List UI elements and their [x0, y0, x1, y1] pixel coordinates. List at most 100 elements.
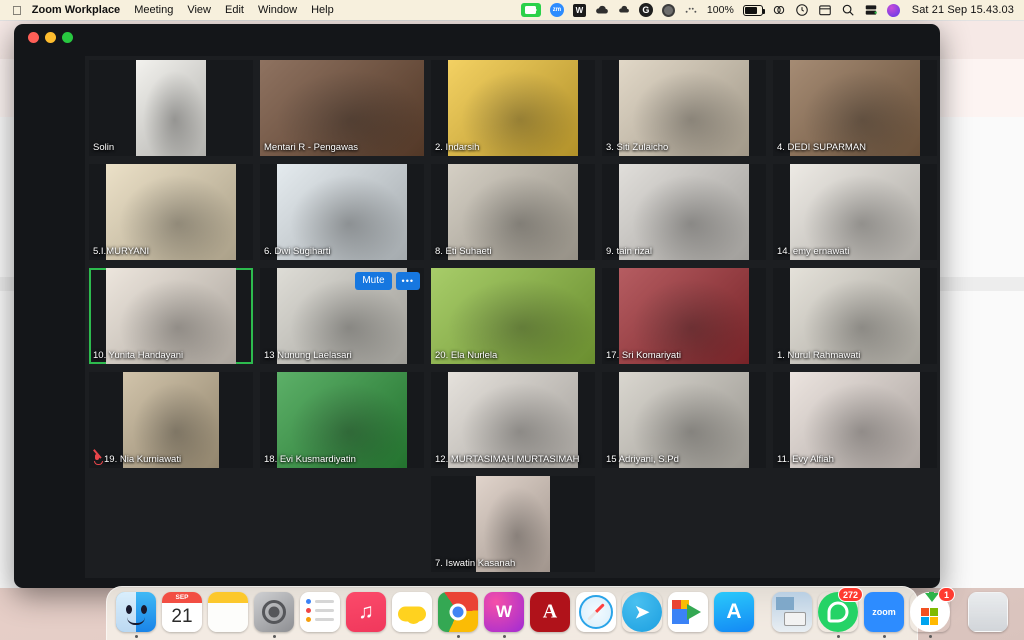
dock-badge-whatsapp: 272: [837, 587, 863, 602]
dock-item-calendar[interactable]: SEP 21: [162, 590, 202, 638]
dock-running-indicator: [319, 635, 322, 638]
dock-item-system-settings[interactable]: [254, 590, 294, 638]
participant-tile[interactable]: 19. Nia Kurniawati: [89, 372, 253, 468]
participant-tile[interactable]: 5.I.MURYANI: [89, 164, 253, 260]
battery-icon[interactable]: [742, 0, 765, 20]
display-settings-icon[interactable]: [864, 0, 878, 20]
participant-tile[interactable]: Mute ••• 13 Nunung Laelasari: [260, 268, 424, 364]
dock-running-indicator: [987, 635, 990, 638]
app-store-icon: A: [714, 592, 754, 632]
dock-item-telegram[interactable]: ➤: [622, 590, 662, 638]
participant-tile[interactable]: 11. Evy Alfiah: [773, 372, 937, 468]
dock-running-indicator: [928, 635, 932, 638]
screen-mirroring-icon[interactable]: [772, 0, 786, 20]
participant-tile[interactable]: 15 Adriyani, S.Pd: [602, 372, 766, 468]
menu-bar-clock[interactable]: Sat 21 Sep 15.43.03: [912, 4, 1014, 16]
google-meet-icon: [668, 592, 708, 632]
menu-item-app-name[interactable]: Zoom Workplace: [32, 4, 120, 16]
spotlight-search-icon[interactable]: [841, 0, 855, 20]
dock-item-zoom[interactable]: zoom: [864, 590, 904, 638]
participant-name-text: 20. Ela Nurlela: [435, 350, 498, 361]
cloud-filled-icon[interactable]: [595, 0, 609, 20]
dots-pattern-icon[interactable]: [684, 0, 698, 20]
siri-icon[interactable]: [886, 0, 900, 20]
dock-item-finder[interactable]: [116, 590, 156, 638]
participant-tile[interactable]: 10. Yunita Handayani: [89, 268, 253, 364]
participant-name-label: 14. emy ernawati: [777, 246, 849, 257]
apple-logo-icon[interactable]: : [12, 4, 22, 17]
dock-item-microsoft-office-installer[interactable]: 1: [910, 587, 955, 638]
participant-name-label: 12. MURTASIMAH MURTASIMAH: [435, 454, 579, 465]
participant-tile[interactable]: 14. emy ernawati: [773, 164, 937, 260]
zoom-meeting-window: Solin Mentari R - Pengawas 2. Indarsih 3. S…: [14, 24, 940, 588]
weather-icon: [392, 592, 432, 632]
participant-tile[interactable]: Solin: [89, 60, 253, 156]
dock-item-weather[interactable]: [392, 590, 432, 638]
dock-item-adobe-acrobat[interactable]: A: [530, 590, 570, 638]
cloud-small-icon[interactable]: [618, 0, 630, 20]
screen-record-green-icon[interactable]: [520, 0, 541, 20]
dock-item-safari[interactable]: [576, 590, 616, 638]
dock-item-notes[interactable]: [208, 590, 248, 638]
participant-name-text: 19. Nia Kurniawati: [104, 454, 182, 465]
zoom-window-titlebar: [14, 24, 940, 48]
dock-item-google-meet[interactable]: [668, 590, 708, 638]
menu-item-meeting[interactable]: Meeting: [134, 4, 173, 16]
tile-hover-actions: Mute •••: [355, 272, 420, 290]
dock-running-indicator: [227, 635, 230, 638]
dock-item-reminders[interactable]: [300, 590, 340, 638]
calendar-icon[interactable]: [818, 0, 832, 20]
participant-tile[interactable]: 3. Siti Zulaicho: [602, 60, 766, 156]
circle-gray-icon[interactable]: [661, 0, 675, 20]
mute-participant-button[interactable]: Mute: [355, 272, 392, 290]
dock-item-music[interactable]: ♫: [346, 590, 386, 638]
music-icon: ♫: [346, 592, 386, 632]
participant-tile[interactable]: 6. Dwi Sugiharti: [260, 164, 424, 260]
control-center-icon[interactable]: [795, 0, 809, 20]
dock-item-trash[interactable]: [968, 590, 1008, 638]
participant-name-label: 18. Evi Kusmardiyatin: [264, 454, 356, 465]
dock-item-app-store[interactable]: A: [714, 590, 754, 638]
participant-tile[interactable]: 4. DEDI SUPARMAN: [773, 60, 937, 156]
dock-item-whatsapp[interactable]: 272: [818, 587, 863, 638]
dock-item-wps-office[interactable]: W: [484, 590, 524, 638]
dock-running-indicator: [502, 635, 506, 638]
participant-name-text: 7. Iswatin Kasanah: [435, 558, 516, 569]
participant-tile[interactable]: Mentari R - Pengawas: [260, 60, 424, 156]
trash-icon: [968, 592, 1008, 632]
participant-tile[interactable]: 9. tain rizal: [602, 164, 766, 260]
participant-tile[interactable]: 12. MURTASIMAH MURTASIMAH: [431, 372, 595, 468]
participant-name-text: 13 Nunung Laelasari: [264, 350, 352, 361]
battery-percentage-label: 100%: [706, 4, 734, 16]
participant-tile[interactable]: 2. Indarsih: [431, 60, 595, 156]
google-chrome-icon: [438, 592, 478, 632]
participant-tile[interactable]: 18. Evi Kusmardiyatin: [260, 372, 424, 468]
maximize-button[interactable]: [62, 32, 73, 43]
more-options-button[interactable]: •••: [395, 272, 420, 290]
participant-tile[interactable]: 20. Ela Nurlela: [431, 268, 595, 364]
grammarly-icon[interactable]: G: [638, 0, 653, 20]
participant-name-label: 11. Evy Alfiah: [777, 454, 834, 465]
participant-name-text: Solin: [93, 142, 115, 153]
participant-name-text: 17. Sri Komariyati: [606, 350, 681, 361]
menu-item-edit[interactable]: Edit: [225, 4, 244, 16]
dock-running-indicator: [687, 635, 690, 638]
dock-item-google-chrome[interactable]: [438, 590, 478, 638]
menu-item-view[interactable]: View: [187, 4, 211, 16]
participant-tile[interactable]: 1. Nurul Rahmawati: [773, 268, 937, 364]
dock-running-indicator: [641, 635, 644, 638]
dock-running-indicator: [411, 635, 414, 638]
menu-item-help[interactable]: Help: [311, 4, 334, 16]
participant-tile[interactable]: 8. Eti Suhaeti: [431, 164, 595, 260]
menu-item-window[interactable]: Window: [258, 4, 297, 16]
participant-tile[interactable]: 17. Sri Komariyati: [602, 268, 766, 364]
participant-name-text: 6. Dwi Sugiharti: [264, 246, 331, 257]
wps-writer-icon[interactable]: W: [572, 0, 586, 20]
close-button[interactable]: [28, 32, 39, 43]
participant-name-text: 15 Adriyani, S.Pd: [606, 454, 679, 465]
minimize-button[interactable]: [45, 32, 56, 43]
participant-tile[interactable]: 7. Iswatin Kasanah: [431, 476, 595, 572]
zoom-blue-icon[interactable]: zm: [549, 0, 564, 20]
dock-item-image-capture-downloads[interactable]: [772, 590, 812, 638]
participant-name-label: 1. Nurul Rahmawati: [777, 350, 860, 361]
